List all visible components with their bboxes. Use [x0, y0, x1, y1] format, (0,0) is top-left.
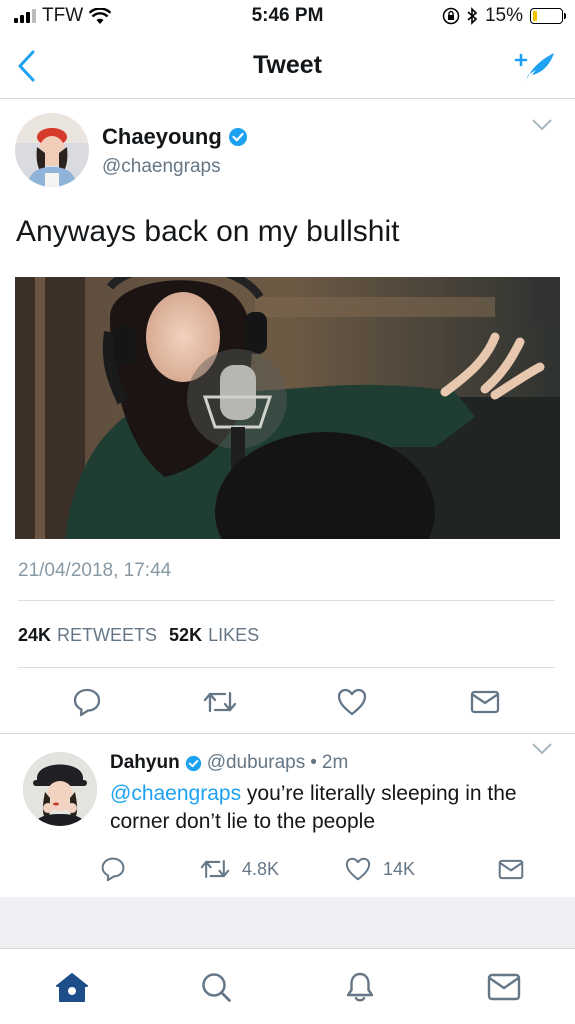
avatar[interactable] — [15, 113, 89, 187]
verified-badge-icon — [185, 755, 201, 771]
retweets-stat[interactable]: 24K RETWEETS — [18, 625, 157, 646]
envelope-icon — [498, 859, 524, 879]
reply-reply-button[interactable] — [100, 852, 126, 886]
divider — [18, 600, 555, 601]
reply-time: 2m — [321, 752, 349, 773]
tab-messages[interactable] — [484, 967, 524, 1007]
tab-home[interactable] — [52, 967, 92, 1007]
reply-author-name[interactable]: Dahyun — [110, 752, 180, 774]
reply-retweet-button[interactable]: 4.8K — [200, 852, 279, 886]
battery-level — [533, 11, 538, 21]
retweet-icon — [200, 860, 230, 878]
reply-button[interactable] — [67, 682, 107, 722]
author-name[interactable]: Chaeyoung — [102, 124, 248, 150]
reply-like-button[interactable]: 14K — [345, 852, 415, 886]
tweet-text: Anyways back on my bullshit — [16, 215, 400, 248]
timeline-spacer — [0, 897, 575, 949]
bluetooth-icon — [467, 7, 478, 25]
tab-bar — [0, 949, 575, 1024]
likes-stat[interactable]: 52K LIKES — [169, 625, 259, 646]
chevron-down-icon — [532, 743, 552, 755]
reply-likes-count: 14K — [383, 858, 416, 879]
verified-badge-icon — [228, 128, 247, 146]
compose-tweet-button[interactable] — [509, 44, 559, 88]
reply-icon — [73, 688, 101, 717]
tweet-photo[interactable] — [15, 277, 560, 539]
likes-label: LIKES — [208, 625, 260, 645]
messages-envelope-icon — [487, 973, 521, 1001]
status-bar: TFW 5:46 PM 15% — [0, 0, 575, 34]
retweets-label: RETWEETS — [57, 625, 158, 645]
avatar[interactable] — [23, 752, 97, 826]
reply-author-handle[interactable]: @duburaps — [207, 752, 306, 774]
chevron-down-icon — [532, 119, 552, 131]
author-name-text: Chaeyoung — [102, 124, 222, 149]
reply-header: Dahyun @duburaps • 2m — [110, 752, 348, 774]
status-right: 15% — [442, 5, 566, 27]
battery-percent: 15% — [484, 5, 523, 26]
reply-separator: • — [310, 752, 317, 773]
mention-link[interactable]: @chaengraps — [110, 782, 241, 805]
reply-options-button[interactable] — [531, 742, 553, 761]
heart-icon — [337, 688, 367, 716]
retweets-count: 24K — [18, 625, 52, 645]
heart-icon — [345, 857, 371, 881]
reply-tweet[interactable]: Dahyun @duburaps • 2m @chaengraps you’re… — [0, 734, 575, 897]
reply-actions: 4.8K 14K — [0, 852, 575, 886]
reply-retweets-count: 4.8K — [242, 858, 280, 879]
navigation-bar: Tweet — [0, 34, 575, 99]
home-icon — [56, 973, 88, 1002]
tweet-stats: 24K RETWEETS 52K LIKES — [18, 625, 259, 646]
rotation-lock-icon — [442, 7, 460, 25]
search-icon — [202, 973, 231, 1002]
reply-icon — [101, 857, 125, 882]
tab-search[interactable] — [196, 967, 236, 1007]
tweet-actions — [0, 682, 575, 722]
author-handle[interactable]: @chaengraps — [102, 156, 221, 178]
tab-notifications[interactable] — [340, 967, 380, 1007]
notifications-bell-icon — [346, 972, 374, 1002]
battery-icon — [530, 8, 566, 24]
retweet-button[interactable] — [200, 682, 240, 722]
reply-share-button[interactable] — [498, 852, 524, 886]
compose-feather-icon — [514, 53, 554, 81]
tweet-options-button[interactable] — [531, 118, 553, 137]
likes-count: 52K — [169, 625, 203, 645]
reply-text: @chaengraps you’re literally sleeping in… — [110, 780, 560, 836]
like-button[interactable] — [332, 682, 372, 722]
page-title: Tweet — [253, 51, 322, 79]
divider — [18, 667, 555, 668]
share-dm-button[interactable] — [465, 682, 505, 722]
tweet-timestamp: 21/04/2018, 17:44 — [18, 560, 172, 581]
retweet-icon — [203, 691, 237, 713]
envelope-icon — [470, 690, 500, 714]
